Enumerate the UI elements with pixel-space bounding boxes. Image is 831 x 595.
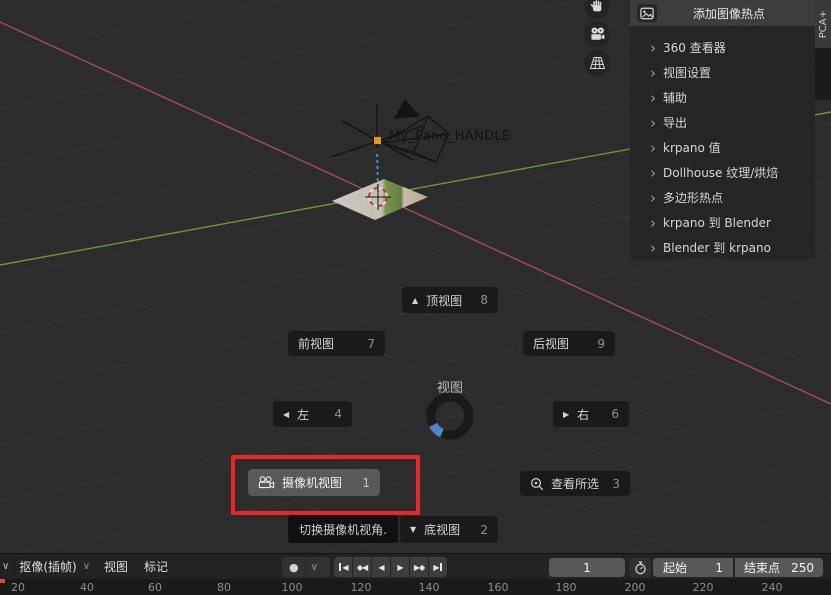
sidebar-tab-strip [815,48,831,100]
chevron-right-icon: › [650,114,663,132]
menu-view[interactable]: 视图 [104,558,128,575]
ruler-tick: 120 [351,581,372,594]
pie-button-bottom-view[interactable]: ▼ 底视图 2 [400,516,498,543]
menu-marker[interactable]: 标记 [144,558,168,575]
camera-view-button[interactable] [584,21,610,47]
current-frame-field[interactable]: 1 [549,558,625,577]
ruler-tick: 100 [282,581,303,594]
jump-to-start-button[interactable]: ◀ [334,557,352,577]
chevron-down-icon[interactable]: ∨ [311,562,318,573]
krpano-sidebar-panel: 添加图像热点 › 360 查看器 › 视图设置 › 辅助 › 导出 › krpa… [630,0,815,259]
keying-mode-dropdown[interactable]: 抠像(插帧) [19,558,76,575]
zoom-selected-icon [530,477,544,491]
ruler-tick: 40 [80,581,94,594]
hotkey-badge: 8 [480,293,488,307]
hotkey-badge: 6 [611,407,619,421]
play-reverse-button[interactable]: ◀ [372,557,390,577]
sidebar-item-dollhouse[interactable]: › Dollhouse 纹理/烘焙 [630,160,815,185]
add-image-hotspot-button[interactable]: 添加图像热点 [630,0,815,26]
object-name-label: My_Pano_HANDLE [389,129,510,144]
divider [14,557,15,576]
stopwatch-icon [634,561,647,575]
triangle-down-icon: ▼ [410,525,416,534]
play-button[interactable]: ▶ [391,557,409,577]
ruler-tick: 20 [11,581,25,594]
ruler-tick: 140 [419,581,440,594]
auto-keying-group: ● ∨ [282,557,330,577]
sidebar-item-blender-to-krpano[interactable]: › Blender 到 krpano [630,235,815,260]
camera-view-tooltip: 切换摄像机视角. [288,515,398,543]
timeline-editor: ∨ 抠像(插帧) ∨ 视图 标记 ● ∨ ◀ ◆◀ ◀ ▶ ▶◆ ▶ 1 [0,553,831,595]
bar-icon [440,563,442,571]
ruler-tick: 160 [488,581,509,594]
hotkey-badge: 7 [367,337,375,351]
chevron-right-icon: › [650,164,663,182]
jump-to-end-button[interactable]: ▶ [429,557,447,577]
sidebar-item-polygon-hotspot[interactable]: › 多边形热点 [630,185,815,210]
ruler-tick: 80 [217,581,231,594]
record-icon[interactable]: ● [289,561,299,574]
pie-button-left-view[interactable]: ◀ 左 4 [273,401,352,427]
hotkey-badge: 4 [334,407,342,421]
prev-keyframe-button[interactable]: ◆◀ [353,557,371,577]
sidebar-item-360-viewer[interactable]: › 360 查看器 [630,35,815,60]
sidebar-item-assist[interactable]: › 辅助 [630,85,815,110]
chevron-right-icon: › [650,189,663,207]
triangle-up-icon: ▲ [412,296,418,305]
bar-icon [339,563,341,571]
chevron-down-icon[interactable]: ∨ [83,561,90,572]
chevron-right-icon: › [650,89,663,107]
pie-button-right-view[interactable]: ▶ 右 6 [553,401,629,427]
chevron-right-icon: › [650,214,663,232]
frame-end-field[interactable]: 结束点 250 [735,558,823,577]
use-preview-range-button[interactable] [629,558,651,577]
grid-view-button[interactable] [584,50,610,76]
ruler-tick: 60 [148,581,162,594]
add-image-hotspot-label: 添加图像热点 [657,5,815,22]
blender-window: My_Pano_HANDLE [0,0,831,595]
divider [305,557,306,577]
ruler-tick: 180 [556,581,577,594]
sidebar-item-krpano-to-blender[interactable]: › krpano 到 Blender [630,210,815,235]
hotkey-badge: 9 [597,337,605,351]
triangle-left-icon: ◀ [283,410,289,419]
chevron-right-icon: › [650,64,663,82]
chevron-right-icon: › [650,239,663,257]
frame-start-field[interactable]: 起始 1 [653,558,733,577]
ruler-tick: 240 [762,581,783,594]
next-keyframe-button[interactable]: ▶◆ [410,557,428,577]
triangle-right-icon: ▶ [563,410,569,419]
pie-button-top-view[interactable]: ▲ 顶视图 8 [402,287,498,313]
pie-button-back-view[interactable]: 后视图 9 [523,331,615,356]
pie-button-front-view[interactable]: 前视图 7 [288,331,385,356]
pano-image-plane[interactable] [332,179,428,220]
ruler-tick: 200 [625,581,646,594]
playhead-marker[interactable] [0,579,5,583]
chevron-right-icon: › [650,139,663,157]
image-icon [637,4,657,22]
pie-direction-indicator [433,425,442,433]
chevron-right-icon: › [650,39,663,57]
hotkey-badge: 3 [612,477,620,491]
timeline-ruler[interactable]: 20 40 60 80 100 120 140 160 180 200 220 … [0,579,831,595]
sidebar-item-view-settings[interactable]: › 视图设置 [630,60,815,85]
movie-camera-icon [589,26,606,42]
ruler-tick: 220 [693,581,714,594]
pie-menu-wheel [422,388,478,444]
pie-button-view-selected[interactable]: 查看所选 3 [520,471,630,496]
annotation-highlight-rectangle [231,455,420,515]
editor-type-chevron-icon[interactable]: ∨ [2,561,9,572]
origin-handle-dot[interactable] [374,137,381,144]
hotkey-badge: 2 [480,523,488,537]
grid-floor-icon [589,56,606,70]
sidebar-item-krpano-values[interactable]: › krpano 值 [630,135,815,160]
sidebar-tab-pca[interactable]: PCA+ [815,0,831,48]
hand-icon [589,0,605,14]
sidebar-item-export[interactable]: › 导出 [630,110,815,135]
playback-controls: ◀ ◆◀ ◀ ▶ ▶◆ ▶ [334,557,447,577]
